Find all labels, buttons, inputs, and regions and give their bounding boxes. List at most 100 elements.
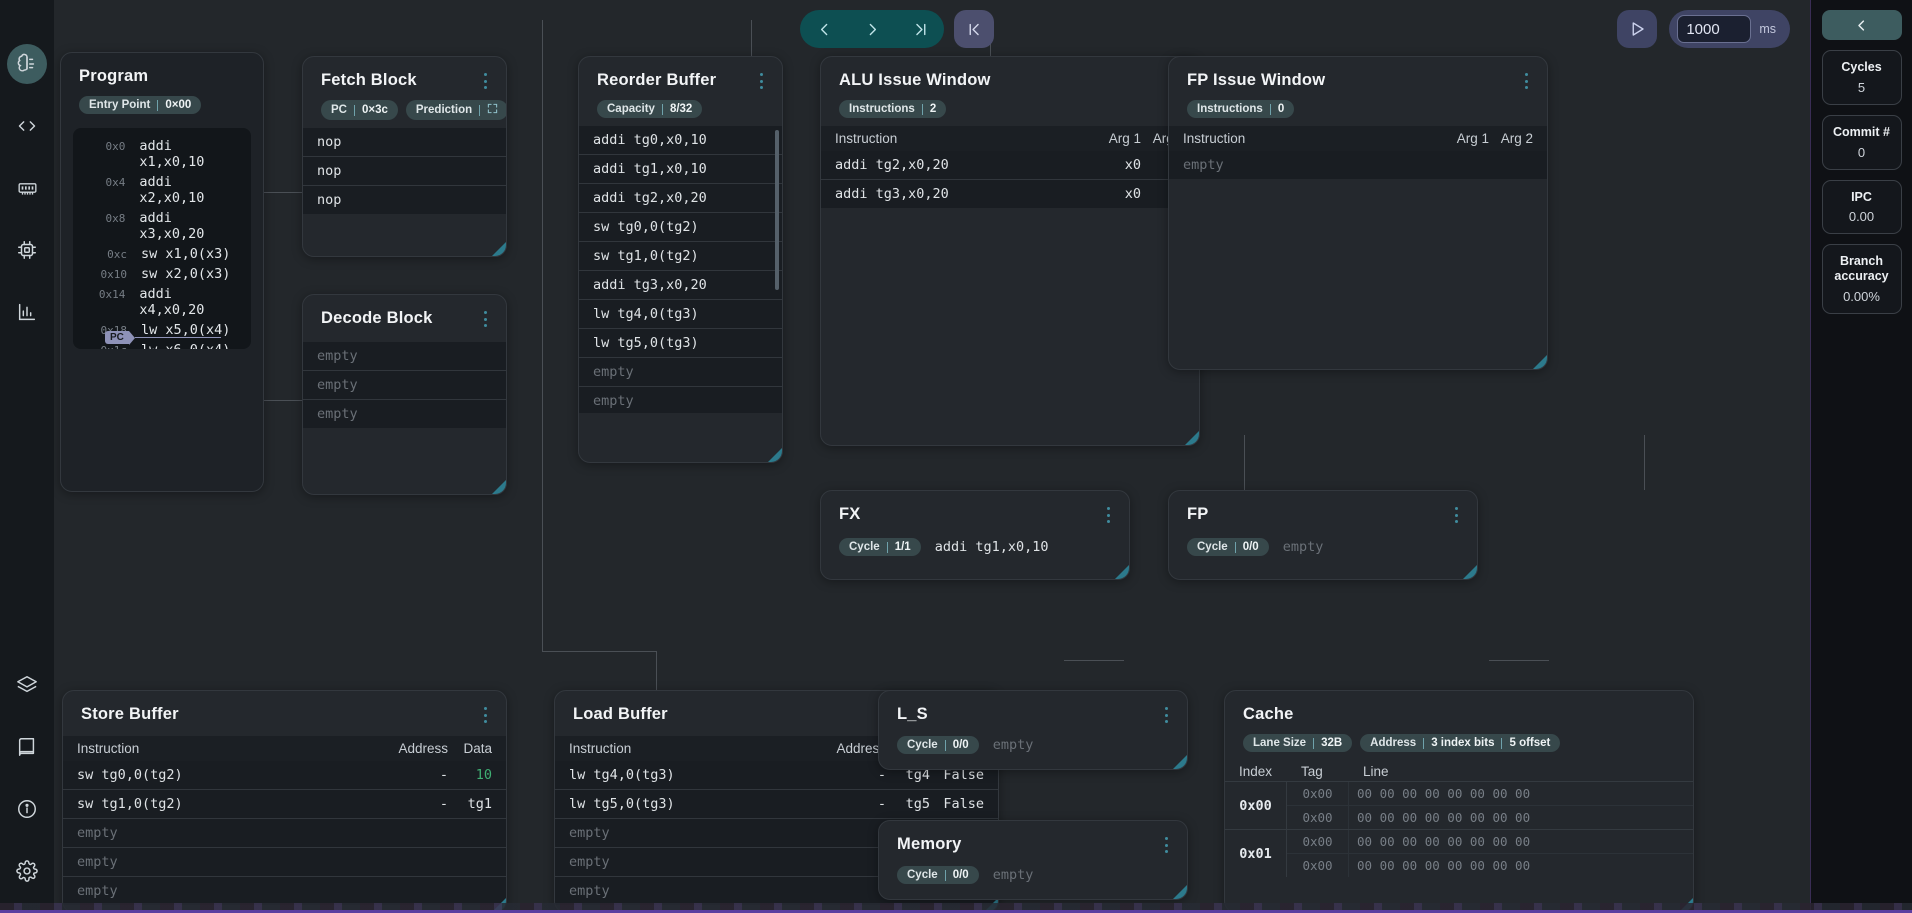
layers-icon[interactable] [7,665,47,705]
expand-icon[interactable] [487,103,498,117]
prediction-badge[interactable]: Prediction [405,100,506,120]
badge-separator [1269,103,1271,115]
program-line[interactable]: 0x8 addi x3,x0,20 [73,208,251,244]
code-icon[interactable] [7,106,47,146]
run-to-end-button[interactable] [904,13,936,45]
program-line[interactable]: 0x10 sw x2,0(x3) [73,264,251,284]
fp-menu-icon[interactable] [1449,507,1463,523]
connector-line [1644,435,1645,490]
reorder-buffer-row[interactable]: empty [579,358,782,387]
program-line-text: addi x1,x0,10 [139,138,205,170]
program-line[interactable]: 0x14 addi x4,x0,20 [73,284,251,320]
resize-handle[interactable] [1173,755,1187,769]
cell-data: tg5 [905,796,930,812]
decode-row[interactable]: empty [303,342,506,371]
store-buffer-panel: Store Buffer Instruction Address Data sw… [62,690,507,913]
column-arg1: Arg 1 [1456,131,1489,146]
play-button[interactable] [1617,10,1658,48]
fetch-block-menu-icon[interactable] [478,73,492,89]
reorder-buffer-scrollbar[interactable] [775,130,779,290]
reorder-buffer-row[interactable]: addi tg0,x0,10 [579,126,782,155]
chip-icon[interactable] [7,230,47,270]
step-back-button[interactable] [808,13,840,45]
reset-button[interactable] [954,10,994,48]
fp-cycle-value: 0/0 [1242,541,1259,553]
program-line[interactable]: 0xc sw x1,0(x3) [73,244,251,264]
resize-handle[interactable] [492,480,506,494]
address-badge: Address 3 index bits 5 offset [1360,734,1561,752]
fetch-row[interactable]: nop [303,186,506,214]
memory-instruction: empty [992,867,1034,883]
fx-menu-icon[interactable] [1101,507,1115,523]
memory-icon[interactable] [7,168,47,208]
address-index-bits: 3 index bits [1431,737,1495,749]
cell-instruction: lw tg4,0(tg3) [569,767,675,783]
book-icon[interactable] [7,727,47,767]
store-buffer-menu-icon[interactable] [478,707,492,723]
fp-issue-menu-icon[interactable] [1519,73,1533,89]
program-line[interactable]: 0x4 addi x2,x0,10 [73,172,251,208]
reorder-buffer-row[interactable]: lw tg4,0(tg3) [579,300,782,329]
program-code-list[interactable]: 0x0 addi x1,x0,10 0x4 addi x2,x0,10 0x8 addi … [73,128,251,349]
table-row[interactable]: empty [63,877,506,905]
reorder-buffer-row[interactable]: addi tg1,x0,10 [579,155,782,184]
ls-menu-icon[interactable] [1159,707,1173,723]
resize-handle[interactable] [492,242,506,256]
stats-icon[interactable] [7,292,47,332]
decode-row[interactable]: empty [303,371,506,400]
resize-handle[interactable] [1173,885,1187,899]
reorder-buffer-rows[interactable]: addi tg0,x0,10 addi tg1,x0,10 addi tg2,x0,… [579,126,782,413]
table-row[interactable]: empty [1169,151,1547,179]
info-icon[interactable] [7,789,47,829]
table-row[interactable]: sw tg1,0(tg2) - tg1 [63,790,506,819]
reorder-buffer-menu-icon[interactable] [754,73,768,89]
cell-instruction: empty [569,883,610,899]
collapse-rail-button[interactable] [1821,10,1902,40]
connector-line [751,20,752,60]
cache-table-body[interactable]: 0x00 0x00 00 00 00 00 00 00 00 00 0x00 00 00… [1225,781,1693,877]
capacity-value: 8/32 [669,103,693,115]
reorder-buffer-row[interactable]: addi tg3,x0,20 [579,271,782,300]
cache-set: 0x00 0x00 00 00 00 00 00 00 00 00 0x00 00 00… [1225,781,1693,829]
resize-handle[interactable] [768,448,782,462]
fetch-pc-label: PC [331,104,347,116]
decode-row[interactable]: empty [303,400,506,428]
cache-line-row[interactable]: 0x00 00 00 00 00 00 00 00 00 [1287,854,1693,877]
connector-line [1064,660,1124,661]
step-forward-button[interactable] [856,13,888,45]
table-row[interactable]: empty [63,848,506,877]
resize-handle[interactable] [1185,431,1199,445]
resize-handle[interactable] [1463,565,1477,579]
cache-line-row[interactable]: 0x00 00 00 00 00 00 00 00 00 [1287,830,1693,854]
reorder-buffer-row[interactable]: addi tg2,x0,20 [579,184,782,213]
resize-handle[interactable] [1533,355,1547,369]
reorder-buffer-row[interactable]: sw tg1,0(tg2) [579,242,782,271]
table-row[interactable]: lw tg5,0(tg3) - tg5 False [555,790,998,819]
badge-separator [479,104,481,116]
cell-instruction: empty [77,883,118,899]
reorder-buffer-row[interactable]: lw tg5,0(tg3) [579,329,782,358]
app-root: Program Entry Point 0×00 0x0 addi x1,x0,1… [0,0,1912,913]
resize-handle[interactable] [1115,565,1129,579]
program-line[interactable]: 0x0 addi x1,x0,10 [73,136,251,172]
cache-line-row[interactable]: 0x00 00 00 00 00 00 00 00 00 [1287,782,1693,806]
connector-line [542,651,657,652]
decode-block-menu-icon[interactable] [478,311,492,327]
memory-menu-icon[interactable] [1159,837,1173,853]
cache-line-row[interactable]: 0x00 00 00 00 00 00 00 00 00 [1287,806,1693,829]
cpu-brain-icon[interactable] [7,44,47,84]
reorder-buffer-row[interactable]: sw tg0,0(tg2) [579,213,782,242]
fetch-row[interactable]: nop [303,128,506,157]
speed-input[interactable] [1677,15,1752,43]
table-row[interactable]: empty [63,819,506,848]
table-row[interactable]: sw tg0,0(tg2) - 10 [63,761,506,790]
badge-separator [157,99,159,111]
connector-line [542,20,543,652]
reorder-buffer-row[interactable]: empty [579,387,782,413]
step-controls-group [800,10,944,48]
fetch-row[interactable]: nop [303,157,506,186]
table-row[interactable]: addi tg2,x0,20x020 [821,151,1199,180]
address-label: Address [1370,737,1417,749]
gear-icon[interactable] [7,851,47,891]
table-row[interactable]: addi tg3,x0,20x020 [821,180,1199,208]
